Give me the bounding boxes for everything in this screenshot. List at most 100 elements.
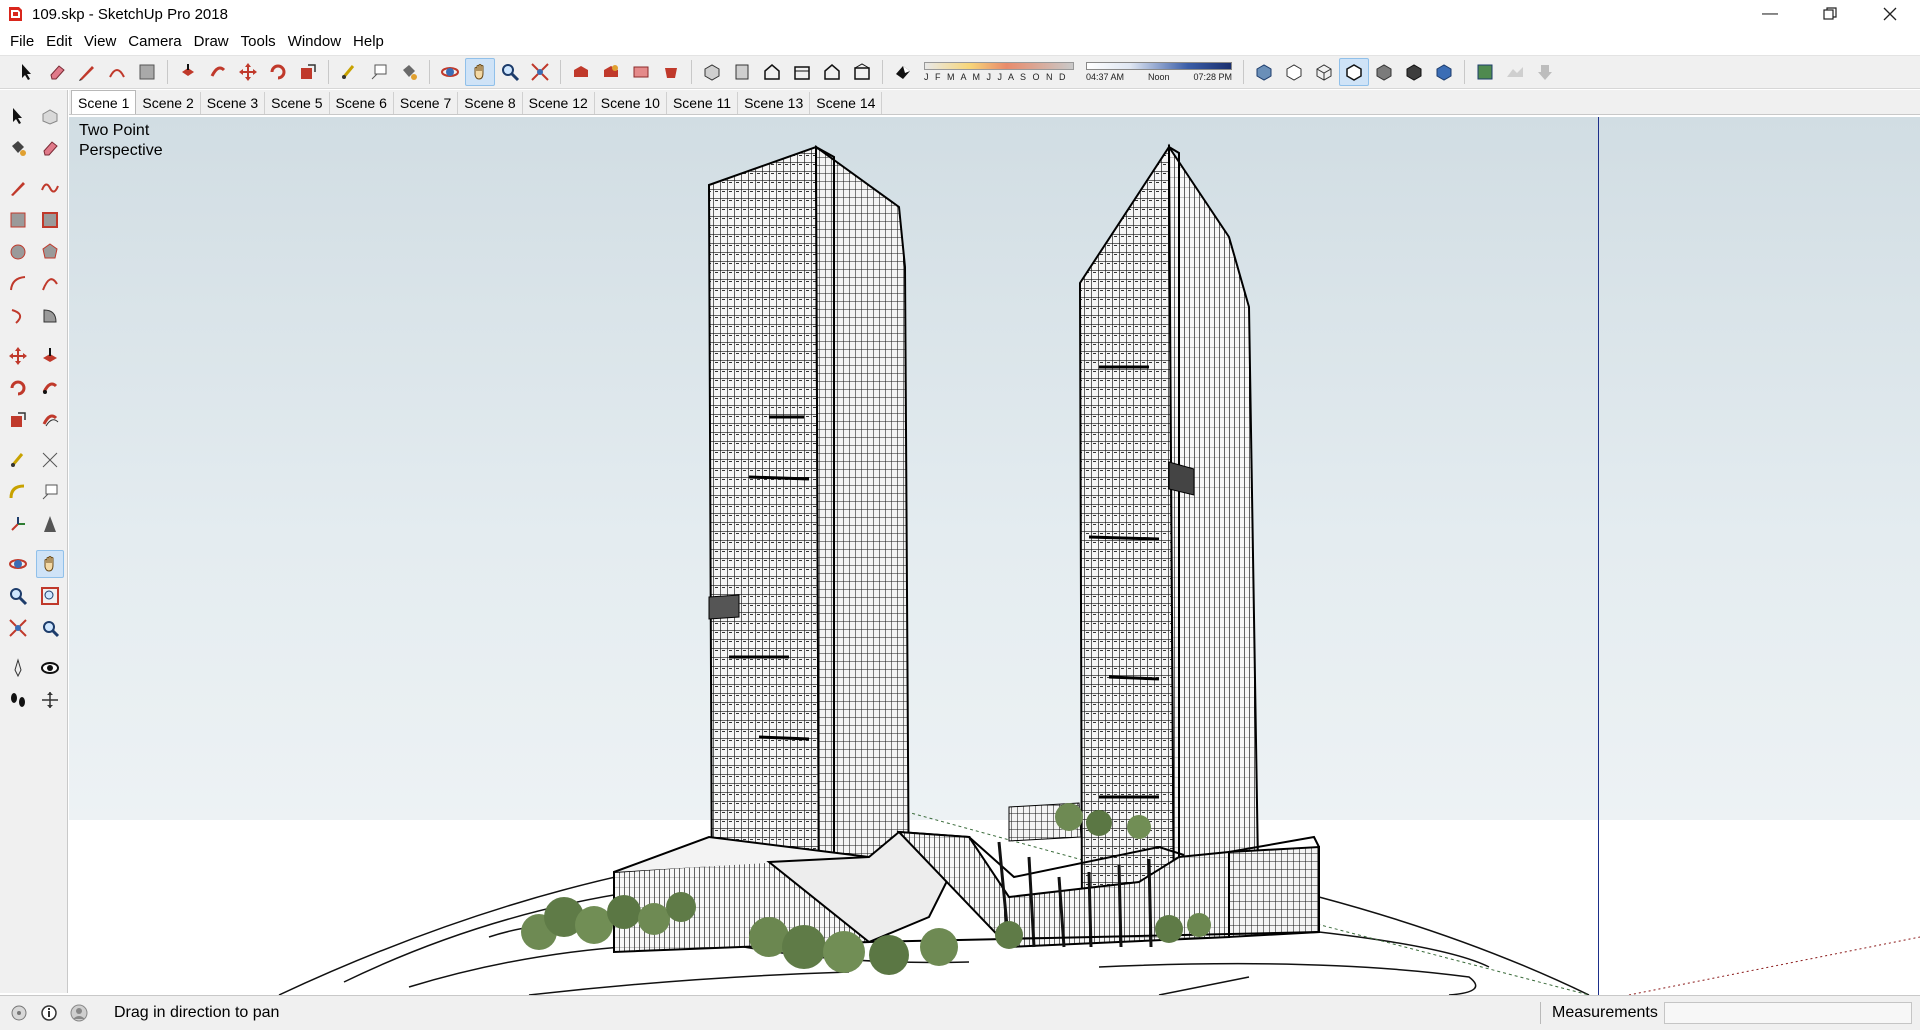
move-tool-button[interactable] [233, 58, 263, 86]
zoom-extents-button[interactable] [525, 58, 555, 86]
axes-button-left[interactable] [4, 510, 32, 538]
share-model-button[interactable] [596, 58, 626, 86]
select-tool-button[interactable] [12, 58, 42, 86]
user-account-icon[interactable] [68, 1002, 90, 1024]
protractor-button-left[interactable] [4, 478, 32, 506]
view-right-button[interactable] [787, 58, 817, 86]
scene-tab[interactable]: Scene 2 [136, 92, 201, 114]
previous-view-button-left[interactable] [36, 614, 64, 642]
arc-tool-button[interactable] [102, 58, 132, 86]
warehouse-button[interactable] [566, 58, 596, 86]
polygon-button-left[interactable] [36, 238, 64, 266]
zoom-extents-button-left[interactable] [4, 614, 32, 642]
position-camera-button-left[interactable] [4, 654, 32, 682]
walk-button-left[interactable] [4, 686, 32, 714]
scene-tab[interactable]: Scene 6 [330, 92, 394, 114]
scene-tab[interactable]: Scene 13 [738, 92, 811, 114]
orbit-tool-button[interactable] [435, 58, 465, 86]
select-tool-button-left[interactable] [4, 102, 32, 130]
menu-view[interactable]: View [78, 33, 122, 50]
scale-button-left[interactable] [4, 406, 32, 434]
scene-tab[interactable]: Scene 11 [667, 92, 739, 114]
push-pull-button-left[interactable] [36, 342, 64, 370]
section-plane-button-left[interactable] [36, 686, 64, 714]
view-back-button[interactable] [817, 58, 847, 86]
follow-me-button[interactable] [203, 58, 233, 86]
scene-tab[interactable]: Scene 7 [394, 92, 459, 114]
geolocation-icon[interactable] [8, 1002, 30, 1024]
scene-tab[interactable]: Scene 5 [265, 92, 330, 114]
measurements-input[interactable] [1664, 1002, 1912, 1024]
line-button-left[interactable] [4, 174, 32, 202]
style-shaded-button[interactable] [1369, 58, 1399, 86]
3d-text-button-left[interactable] [36, 510, 64, 538]
scene-tab[interactable]: Scene 12 [523, 92, 595, 114]
rotated-rectangle-button-left[interactable] [36, 206, 64, 234]
circle-button-left[interactable] [4, 238, 32, 266]
shadow-time-slider[interactable]: 04:37 AM Noon 07:28 PM [1086, 59, 1232, 85]
make-component-button[interactable] [36, 102, 64, 130]
view-front-button[interactable] [757, 58, 787, 86]
offset-button-left[interactable] [36, 406, 64, 434]
move-button-left[interactable] [4, 342, 32, 370]
paint-bucket-button-left[interactable] [4, 134, 32, 162]
paint-bucket-button[interactable] [394, 58, 424, 86]
look-around-button-left[interactable] [36, 654, 64, 682]
menu-draw[interactable]: Draw [188, 33, 235, 50]
arc-button-left[interactable] [4, 270, 32, 298]
pan-button-left[interactable] [36, 550, 64, 578]
restore-button[interactable] [1800, 0, 1860, 28]
menu-camera[interactable]: Camera [122, 33, 187, 50]
text-button-left[interactable] [36, 478, 64, 506]
eraser-button-left[interactable] [36, 134, 64, 162]
orbit-button-left[interactable] [4, 550, 32, 578]
eraser-tool-button[interactable] [42, 58, 72, 86]
pie-button-left[interactable] [36, 302, 64, 330]
info-icon[interactable] [38, 1002, 60, 1024]
style-wireframe-button[interactable] [1309, 58, 1339, 86]
zoom-window-button-left[interactable] [36, 582, 64, 610]
style-xray-button[interactable] [1249, 58, 1279, 86]
shape-tool-button[interactable] [132, 58, 162, 86]
style-monochrome-button[interactable] [1429, 58, 1459, 86]
tape-measure-button-left[interactable] [4, 446, 32, 474]
freehand-button-left[interactable] [36, 174, 64, 202]
menu-window[interactable]: Window [282, 33, 347, 50]
rotate-button-left[interactable] [4, 374, 32, 402]
modeling-viewport[interactable]: Two Point Perspective [69, 117, 1920, 995]
tape-measure-button[interactable] [334, 58, 364, 86]
toggle-terrain-button[interactable] [1500, 58, 1530, 86]
menu-file[interactable]: File [4, 33, 40, 50]
scene-tab[interactable]: Scene 1 [71, 90, 137, 114]
style-shaded-textures-button[interactable] [1399, 58, 1429, 86]
extension-warehouse-button[interactable] [656, 58, 686, 86]
menu-help[interactable]: Help [347, 33, 390, 50]
pan-tool-button[interactable] [465, 58, 495, 86]
push-pull-button[interactable] [173, 58, 203, 86]
add-location-button[interactable] [1470, 58, 1500, 86]
menu-tools[interactable]: Tools [235, 33, 282, 50]
zoom-button-left[interactable] [4, 582, 32, 610]
scene-tab[interactable]: Scene 14 [810, 92, 883, 114]
three-point-arc-button-left[interactable] [4, 302, 32, 330]
scale-tool-button[interactable] [293, 58, 323, 86]
photo-textures-button[interactable] [1530, 58, 1560, 86]
two-point-arc-button-left[interactable] [36, 270, 64, 298]
follow-me-button-left[interactable] [36, 374, 64, 402]
scene-tab[interactable]: Scene 8 [458, 92, 523, 114]
text-tool-button[interactable] [364, 58, 394, 86]
rectangle-button-left[interactable] [4, 206, 32, 234]
share-component-button[interactable] [626, 58, 656, 86]
line-tool-button[interactable] [72, 58, 102, 86]
style-back-edges-button[interactable] [1279, 58, 1309, 86]
dimension-button-left[interactable] [36, 446, 64, 474]
display-shadows-button[interactable] [888, 58, 918, 86]
zoom-tool-button[interactable] [495, 58, 525, 86]
shadow-date-slider[interactable]: J F M A M J J A S O N D [924, 59, 1074, 85]
style-hidden-line-button[interactable] [1339, 58, 1369, 86]
rotate-tool-button[interactable] [263, 58, 293, 86]
minimize-button[interactable]: — [1740, 0, 1800, 28]
view-top-button[interactable] [727, 58, 757, 86]
scene-tab[interactable]: Scene 3 [201, 92, 266, 114]
menu-edit[interactable]: Edit [40, 33, 78, 50]
